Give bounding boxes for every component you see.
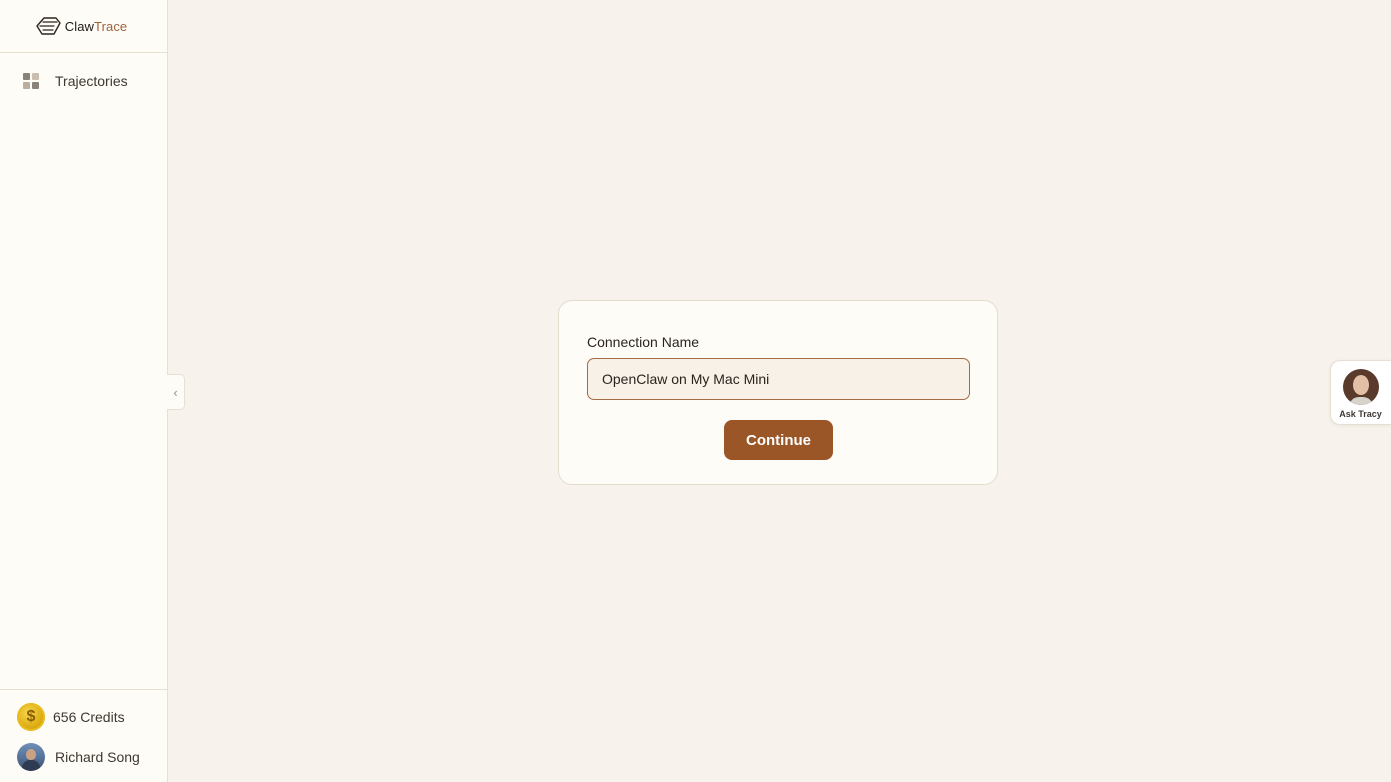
sidebar-collapse-button[interactable]: ‹ (167, 374, 185, 410)
user-profile[interactable]: Richard Song (17, 743, 140, 771)
connection-name-label: Connection Name (587, 334, 700, 350)
connection-name-input[interactable] (587, 358, 970, 400)
logo[interactable]: ClawTrace (0, 0, 167, 53)
logo-text-trace: Trace (94, 18, 128, 34)
avatar (17, 743, 45, 771)
chevron-left-icon: ‹ (173, 384, 178, 400)
credits-display[interactable]: $ 656 Credits (17, 703, 125, 731)
connection-form-card: Connection Name Continue (558, 300, 998, 485)
ask-tracy-label: Ask Tracy (1339, 409, 1382, 419)
sidebar-item-trajectories[interactable]: Trajectories (0, 68, 167, 94)
coin-icon: $ (17, 703, 45, 731)
ask-tracy-button[interactable]: Ask Tracy (1330, 360, 1391, 425)
sidebar-item-label: Trajectories (55, 73, 128, 89)
logo-text: ClawTrace (65, 19, 128, 34)
sidebar: ClawTrace Trajectories $ 656 Credits Ric… (0, 0, 168, 782)
clawtrace-logo-icon (36, 17, 61, 35)
grid-icon (23, 73, 39, 89)
continue-button[interactable]: Continue (724, 420, 833, 460)
credits-label: 656 Credits (53, 709, 125, 725)
tracy-avatar (1343, 369, 1379, 405)
sidebar-footer: $ 656 Credits Richard Song (0, 689, 167, 782)
user-name: Richard Song (55, 749, 140, 765)
logo-text-claw: Claw (64, 18, 95, 34)
